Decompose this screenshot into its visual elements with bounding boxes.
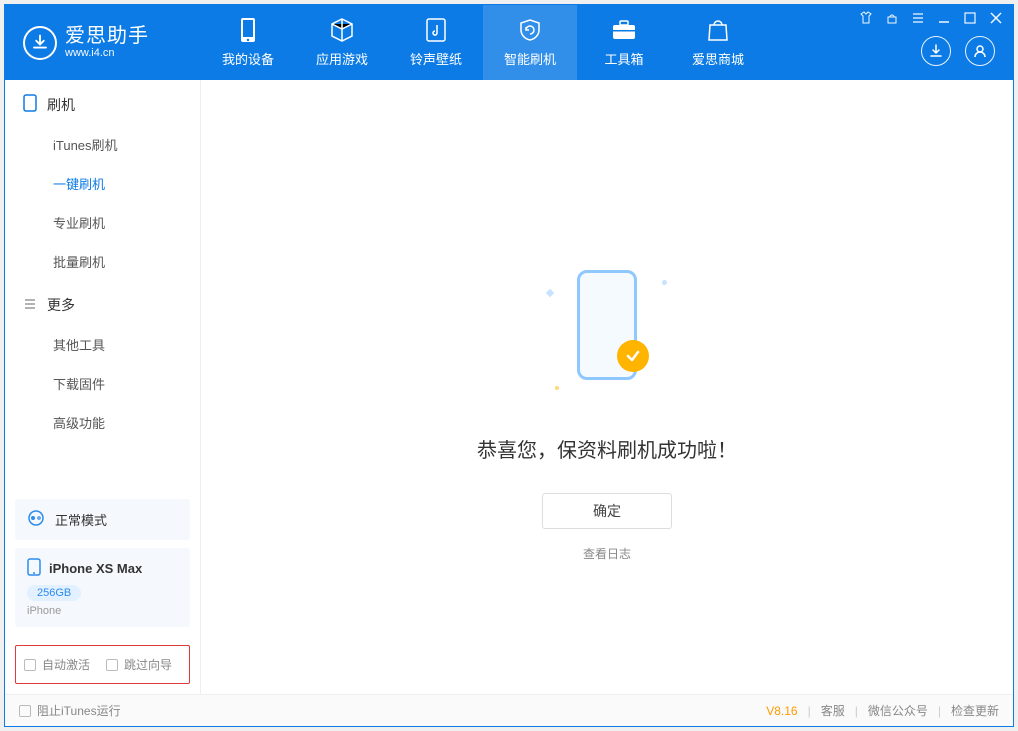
list-icon	[23, 297, 37, 314]
checkbox-box-icon	[19, 705, 31, 717]
checkbox-box-icon	[24, 659, 36, 671]
status-link-wechat[interactable]: 微信公众号	[868, 702, 928, 719]
logo-area: 爱思助手 www.i4.cn	[5, 5, 201, 80]
checkbox-label: 跳过向导	[124, 656, 172, 673]
status-link-support[interactable]: 客服	[821, 702, 845, 719]
checkbox-label: 自动激活	[42, 656, 90, 673]
lock-icon[interactable]	[885, 11, 899, 25]
nav-label: 智能刷机	[504, 49, 556, 68]
download-icon[interactable]	[921, 36, 951, 66]
nav-smart-flash[interactable]: 智能刷机	[483, 5, 577, 80]
app-window: 爱思助手 www.i4.cn 我的设备 应用游戏 铃声壁纸 智能刷机	[4, 4, 1014, 727]
mode-label: 正常模式	[55, 510, 107, 529]
device-small-icon	[27, 558, 41, 579]
checkbox-auto-activate[interactable]: 自动激活	[24, 656, 90, 673]
device-mode-card[interactable]: 正常模式	[15, 499, 190, 540]
checkbox-skip-guide[interactable]: 跳过向导	[106, 656, 172, 673]
sidebar-section-more: 更多	[5, 281, 200, 325]
sidebar-item-itunes-flash[interactable]: iTunes刷机	[5, 125, 200, 164]
top-nav: 我的设备 应用游戏 铃声壁纸 智能刷机 工具箱 爱思商城	[201, 5, 765, 80]
refresh-shield-icon	[517, 17, 543, 43]
statusbar: 阻止iTunes运行 V8.16 | 客服 | 微信公众号 | 检查更新	[5, 694, 1013, 726]
toolbox-icon	[611, 17, 637, 43]
close-icon[interactable]	[989, 11, 1003, 25]
app-url: www.i4.cn	[65, 47, 149, 59]
device-icon	[235, 17, 261, 43]
version-label: V8.16	[766, 704, 797, 718]
device-name: iPhone XS Max	[49, 561, 142, 576]
highlighted-options-row: 自动激活 跳过向导	[15, 645, 190, 684]
sidebar-item-batch-flash[interactable]: 批量刷机	[5, 242, 200, 281]
sidebar-item-onekey-flash[interactable]: 一键刷机	[5, 164, 200, 203]
sidebar-item-other-tools[interactable]: 其他工具	[5, 325, 200, 364]
sidebar-item-download-firmware[interactable]: 下载固件	[5, 364, 200, 403]
nav-apps-games[interactable]: 应用游戏	[295, 5, 389, 80]
mode-icon	[27, 509, 45, 530]
nav-my-device[interactable]: 我的设备	[201, 5, 295, 80]
tshirt-icon[interactable]	[859, 11, 873, 25]
window-controls	[859, 11, 1003, 25]
titlebar: 爱思助手 www.i4.cn 我的设备 应用游戏 铃声壁纸 智能刷机	[5, 5, 1013, 80]
view-log-link[interactable]: 查看日志	[583, 545, 631, 562]
checkbox-box-icon	[106, 659, 118, 671]
device-info-card[interactable]: iPhone XS Max 256GB iPhone	[15, 548, 190, 627]
title-right-icons	[921, 36, 995, 66]
status-link-update[interactable]: 检查更新	[951, 702, 999, 719]
ok-button[interactable]: 确定	[542, 493, 672, 529]
section-title: 更多	[47, 295, 75, 315]
nav-label: 爱思商城	[692, 49, 744, 68]
nav-label: 铃声壁纸	[410, 49, 462, 68]
storage-badge: 256GB	[27, 585, 81, 601]
music-file-icon	[423, 17, 449, 43]
success-message: 恭喜您，保资料刷机成功啦！	[477, 434, 737, 463]
nav-label: 工具箱	[604, 49, 643, 68]
menu-icon[interactable]	[911, 11, 925, 25]
checkmark-badge-icon	[617, 340, 649, 372]
nav-ringtone-wallpaper[interactable]: 铃声壁纸	[389, 5, 483, 80]
app-logo-icon	[23, 26, 57, 60]
nav-label: 应用游戏	[316, 49, 368, 68]
sidebar-section-flash: 刷机	[5, 80, 200, 125]
user-icon[interactable]	[965, 36, 995, 66]
device-type: iPhone	[27, 605, 178, 617]
sidebar-item-advanced[interactable]: 高级功能	[5, 403, 200, 442]
sidebar-item-pro-flash[interactable]: 专业刷机	[5, 203, 200, 242]
minimize-icon[interactable]	[937, 11, 951, 25]
sidebar: 刷机 iTunes刷机 一键刷机 专业刷机 批量刷机 更多 其他工具 下载固件 …	[5, 80, 201, 694]
checkbox-block-itunes[interactable]: 阻止iTunes运行	[19, 702, 121, 719]
phone-outline-icon	[23, 94, 37, 115]
maximize-icon[interactable]	[963, 11, 977, 25]
nav-store[interactable]: 爱思商城	[671, 5, 765, 80]
nav-label: 我的设备	[222, 49, 274, 68]
cube-icon	[329, 17, 355, 43]
nav-toolbox[interactable]: 工具箱	[577, 5, 671, 80]
body: 刷机 iTunes刷机 一键刷机 专业刷机 批量刷机 更多 其他工具 下载固件 …	[5, 80, 1013, 694]
checkbox-label: 阻止iTunes运行	[37, 702, 121, 719]
main-area: 恭喜您，保资料刷机成功啦！ 确定 查看日志	[201, 80, 1013, 694]
section-title: 刷机	[47, 95, 75, 115]
app-name: 爱思助手	[65, 25, 149, 47]
bag-icon	[705, 17, 731, 43]
success-illustration	[547, 270, 667, 410]
